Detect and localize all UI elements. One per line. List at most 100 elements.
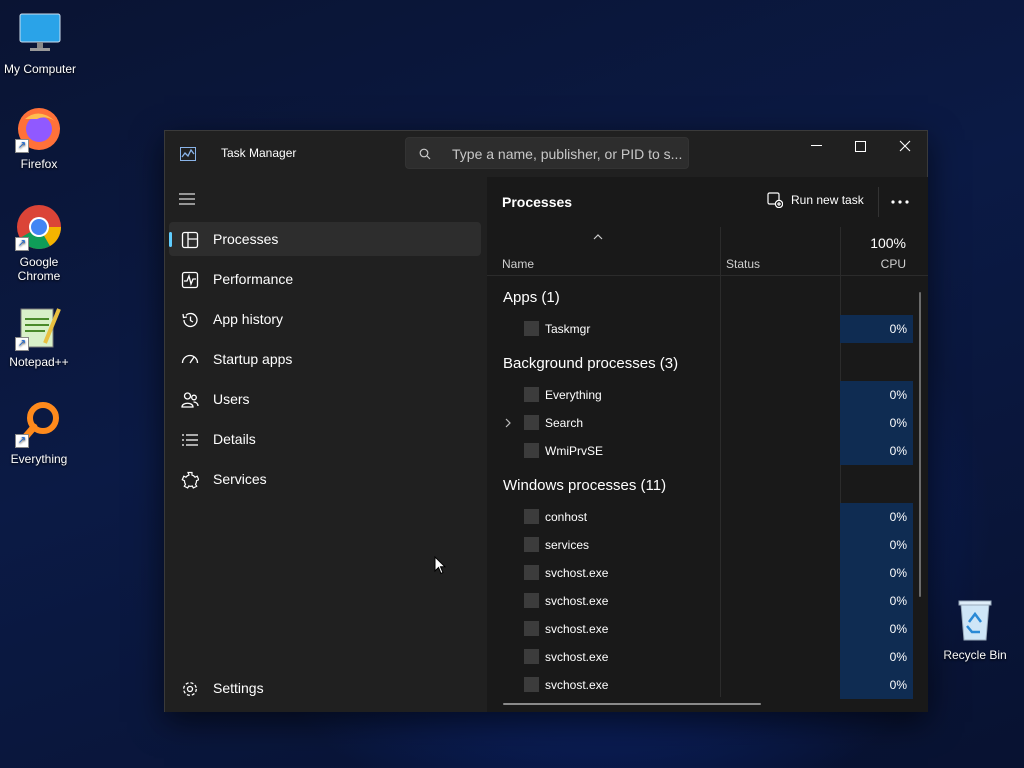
divider — [878, 187, 879, 217]
process-icon — [524, 565, 539, 580]
process-icon — [524, 649, 539, 664]
cpu-total-percent: 100% — [870, 235, 906, 251]
process-icon — [524, 537, 539, 552]
cpu-cell: 0% — [840, 531, 913, 559]
desktop-icon-firefox[interactable]: ↗ Firefox — [0, 105, 79, 171]
process-row[interactable]: svchost.exe 0% — [487, 615, 913, 643]
desktop-icon-recycle-bin[interactable]: Recycle Bin — [935, 596, 1015, 662]
column-headers: Name Status 100% CPU — [487, 227, 928, 276]
cpu-value: 0% — [889, 622, 907, 636]
column-status-header[interactable]: Status — [726, 257, 760, 271]
process-icon — [524, 593, 539, 608]
search-box[interactable]: Type a name, publisher, or PID to s... — [405, 137, 689, 169]
more-icon — [891, 200, 909, 204]
process-icon — [524, 387, 539, 402]
details-icon — [182, 434, 198, 446]
horizontal-scrollbar[interactable] — [503, 703, 761, 705]
process-row[interactable]: WmiPrvSE 0% — [487, 437, 913, 465]
process-name: svchost.exe — [545, 566, 609, 580]
process-row[interactable]: Taskmgr 0% — [487, 315, 913, 343]
minimize-button[interactable] — [793, 131, 839, 161]
sidebar-item-label: Settings — [213, 680, 264, 696]
process-name: svchost.exe — [545, 622, 609, 636]
process-name: Taskmgr — [545, 322, 591, 336]
close-button[interactable] — [882, 131, 928, 161]
process-icon — [524, 677, 539, 692]
sidebar-item-users[interactable]: Users — [169, 382, 481, 416]
process-name: services — [545, 538, 590, 552]
cpu-cell: 0% — [840, 587, 913, 615]
process-icon — [524, 321, 539, 336]
sidebar-item-app-history[interactable]: App history — [169, 302, 481, 336]
process-row[interactable]: conhost 0% — [487, 503, 913, 531]
process-row[interactable]: svchost.exe 0% — [487, 559, 913, 587]
hamburger-menu-icon[interactable] — [179, 193, 195, 205]
group-header-background: Background processes (3) — [503, 355, 679, 372]
sidebar-item-startup-apps[interactable]: Startup apps — [169, 342, 481, 376]
maximize-button[interactable] — [837, 131, 883, 161]
cpu-cell: 0% — [840, 437, 913, 465]
monitor-icon — [16, 10, 64, 58]
close-icon — [899, 140, 911, 152]
mouse-cursor-icon — [434, 556, 446, 575]
more-options-button[interactable] — [891, 191, 909, 209]
task-manager-window: Task Manager Type a name, publisher, or … — [164, 130, 928, 712]
process-icon — [524, 509, 539, 524]
process-name: svchost.exe — [545, 650, 609, 664]
desktop-icon-everything[interactable]: ↗ Everything — [0, 400, 79, 466]
process-name: conhost — [545, 510, 588, 524]
sidebar-item-details[interactable]: Details — [169, 422, 481, 456]
run-new-task-icon — [767, 192, 783, 208]
shortcut-arrow-icon: ↗ — [15, 434, 29, 448]
search-input[interactable]: Type a name, publisher, or PID to s... — [452, 146, 682, 162]
task-manager-icon — [180, 147, 196, 161]
sidebar-item-label: Processes — [213, 231, 279, 247]
cpu-cell: 0% — [840, 615, 913, 643]
history-icon — [182, 312, 198, 328]
sidebar-item-label: Startup apps — [213, 351, 293, 367]
desktop-icon-label: Everything — [10, 452, 68, 466]
cpu-cell: 0% — [840, 643, 913, 671]
process-row[interactable]: services 0% — [487, 531, 913, 559]
firefox-icon: ↗ — [15, 105, 63, 153]
sidebar-item-label: Users — [213, 391, 250, 407]
cpu-value: 0% — [889, 538, 907, 552]
cpu-cell: 0% — [840, 559, 913, 587]
processes-icon — [181, 231, 199, 249]
sidebar-item-performance[interactable]: Performance — [169, 262, 481, 296]
page-title: Processes — [502, 194, 573, 210]
process-row[interactable]: svchost.exe 0% — [487, 671, 913, 699]
column-cpu-header[interactable]: CPU — [881, 257, 906, 271]
cpu-value: 0% — [889, 650, 907, 664]
column-name-header[interactable]: Name — [502, 257, 534, 271]
vertical-scrollbar[interactable] — [919, 292, 921, 597]
process-name: Search — [545, 416, 584, 430]
process-name: svchost.exe — [545, 678, 609, 692]
chevron-right-icon[interactable] — [504, 418, 512, 428]
desktop-icon-my-computer[interactable]: My Computer — [0, 10, 80, 76]
gear-icon — [183, 682, 197, 696]
process-row[interactable]: svchost.exe 0% — [487, 643, 913, 671]
cpu-cell: 0% — [840, 381, 913, 409]
title-bar[interactable]: Task Manager Type a name, publisher, or … — [165, 131, 927, 177]
cpu-cell: 0% — [840, 409, 913, 437]
cpu-value: 0% — [889, 388, 907, 402]
desktop-icon-label: My Computer — [3, 62, 77, 76]
process-row[interactable]: svchost.exe 0% — [487, 587, 913, 615]
window-title: Task Manager — [221, 146, 297, 160]
desktop-icon-label: Google Chrome — [17, 255, 61, 283]
cpu-value: 0% — [889, 322, 907, 336]
recycle-bin-icon — [951, 596, 999, 644]
cpu-value: 0% — [889, 678, 907, 692]
sidebar-item-services[interactable]: Services — [169, 462, 481, 496]
process-icon — [524, 415, 539, 430]
run-new-task-button[interactable]: Run new task — [767, 192, 864, 208]
services-icon — [181, 471, 199, 489]
sidebar-item-settings[interactable]: Settings — [169, 671, 481, 705]
users-icon — [181, 392, 199, 408]
process-row[interactable]: Search 0% — [487, 409, 913, 437]
process-row[interactable]: Everything 0% — [487, 381, 913, 409]
desktop-icon-chrome[interactable]: ↗ Google Chrome — [0, 203, 79, 283]
desktop-icon-notepadpp[interactable]: ↗ Notepad++ — [0, 303, 79, 369]
sidebar-item-processes[interactable]: Processes — [169, 222, 481, 256]
